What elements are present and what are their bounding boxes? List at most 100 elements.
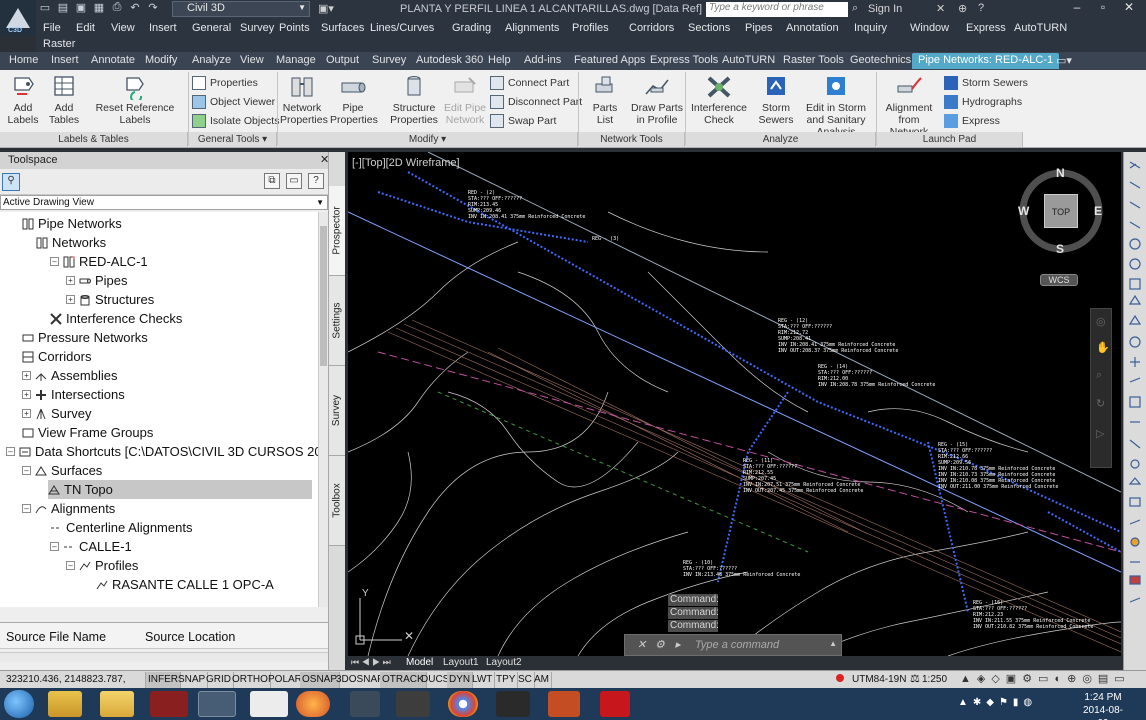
tree-item-profiles[interactable]: – Profiles (66, 556, 138, 575)
civil3d-second-icon[interactable] (250, 691, 288, 717)
tree-item-pipes[interactable]: + Pipes (66, 271, 128, 290)
tree-item-corridors[interactable]: Corridors (22, 347, 91, 366)
alignment-from-network-button[interactable]: Alignment from Network (878, 74, 940, 138)
viewcube[interactable]: TOP N S E W (1016, 166, 1106, 256)
tree-item-networks[interactable]: Networks (36, 233, 106, 252)
compass-east[interactable]: E (1094, 204, 1102, 218)
pipe-properties-button[interactable]: Pipe Properties (330, 74, 378, 126)
model-space-viewport[interactable]: RED - (2) STA:??? OFF:?????? RIM:213.45 SUM… (348, 152, 1121, 656)
help-icon[interactable]: ? (978, 2, 984, 14)
tab-layout1[interactable]: Layout1 (443, 657, 479, 668)
menu-view[interactable]: View (111, 22, 135, 34)
tree-item-intersections[interactable]: + Intersections (22, 385, 125, 404)
tree-item-calle-1[interactable]: – CALLE-1 (50, 537, 132, 556)
tree-item-pipe-networks[interactable]: Pipe Networks (22, 214, 122, 233)
tree-item-assemblies[interactable]: + Assemblies (22, 366, 117, 385)
menu-sections[interactable]: Sections (688, 22, 730, 34)
expand-icon[interactable]: + (66, 276, 75, 285)
tree-item-alignments[interactable]: – Alignments (22, 499, 115, 518)
menu-lines-curves[interactable]: Lines/Curves (370, 22, 434, 34)
toggle-lwt[interactable]: LWT (470, 672, 496, 688)
drawing-canvas[interactable]: RED - (2)STA:??? OFF:??????RIM:213.45SUM… (348, 152, 1121, 656)
tab-autodesk-360[interactable]: Autodesk 360 (416, 54, 483, 66)
menu-general[interactable]: General (192, 22, 231, 34)
panel-title-labels-tables[interactable]: Labels & Tables (0, 132, 188, 147)
annotation-scale-icon[interactable]: ⚖ (910, 672, 920, 685)
workspace-select[interactable]: Civil 3D ▼ (172, 1, 310, 17)
tab-insert[interactable]: Insert (51, 54, 79, 66)
system-tray-icons[interactable]: ▲✱◆⚑▮◍ (958, 697, 1037, 708)
file-explorer-icon[interactable] (48, 691, 82, 717)
new-icon[interactable]: ▭ (38, 1, 52, 14)
panel-title-general-tools[interactable]: General Tools ▾ (189, 132, 277, 147)
tree-scrollbar[interactable] (318, 212, 328, 607)
toggle-3dosnap[interactable]: 3DOSNAP (334, 672, 387, 688)
expand-icon[interactable]: + (22, 409, 31, 418)
maximize-button[interactable]: ▫ (1090, 0, 1116, 18)
wcs-menu[interactable]: WCS (1040, 274, 1078, 286)
hydrographs-button[interactable]: Hydrographs (944, 95, 1022, 109)
menu-raster[interactable]: Raster (43, 38, 75, 50)
tree-item-survey[interactable]: + Survey (22, 404, 91, 423)
tree-item-view-frame-groups[interactable]: View Frame Groups (22, 423, 153, 442)
tab-annotate[interactable]: Annotate (91, 54, 135, 66)
showmotion-icon[interactable]: ▷ (1096, 427, 1104, 440)
close-icon[interactable]: ✕ (637, 638, 646, 651)
collapse-icon[interactable]: – (66, 561, 75, 570)
exchange-icon[interactable]: ✕ (936, 2, 945, 15)
panel-title-launch-pad[interactable]: Launch Pad (877, 132, 1023, 147)
menu-pipes[interactable]: Pipes (745, 22, 773, 34)
tab-add-ins[interactable]: Add-ins (524, 54, 561, 66)
structure-properties-button[interactable]: Structure Properties (390, 74, 438, 126)
network-properties-button[interactable]: Network Properties (280, 74, 328, 126)
compass-west[interactable]: W (1018, 204, 1029, 218)
tab-nav-first-icon[interactable]: ⏮ ◀ ▶ ⏭ (351, 657, 391, 668)
expand-icon[interactable]: + (22, 371, 31, 380)
geo-location-icon[interactable] (836, 674, 844, 682)
view-mode-select[interactable]: Active Drawing View ▼ (0, 195, 328, 210)
tree-item-pressure-networks[interactable]: Pressure Networks (22, 328, 148, 347)
item-view-icon[interactable]: ▭ (286, 173, 302, 189)
tree-item-tn-topo[interactable]: TN Topo (48, 480, 312, 499)
collapse-icon[interactable]: – (50, 542, 59, 551)
minimize-button[interactable]: – (1064, 0, 1090, 18)
tab-autoturn[interactable]: AutoTURN (722, 54, 775, 66)
tab-manage[interactable]: Manage (276, 54, 316, 66)
panel-title-analyze[interactable]: Analyze (686, 132, 876, 147)
collapse-icon[interactable]: – (22, 504, 31, 513)
tab-modify[interactable]: Modify (145, 54, 177, 66)
interference-check-button[interactable]: Interference Check (690, 74, 748, 126)
toolspace-title[interactable]: Toolspace (0, 152, 328, 169)
disconnect-part-button[interactable]: Disconnect Part (490, 95, 582, 109)
tab-express-tools[interactable]: Express Tools (650, 54, 718, 66)
menu-survey[interactable]: Survey (240, 22, 274, 34)
ribbon-minimize-icon[interactable]: ▭▾ (1056, 54, 1072, 67)
menu-profiles[interactable]: Profiles (572, 22, 609, 34)
launchpad-storm-sewers-button[interactable]: Storm Sewers (944, 76, 1028, 90)
edit-pipe-network-button[interactable]: Edit Pipe Network (442, 74, 488, 126)
compass-south[interactable]: S (1056, 242, 1064, 256)
menu-window[interactable]: Window (910, 22, 949, 34)
binoculars-icon[interactable]: ⌕ (852, 2, 858, 15)
media-icon[interactable] (396, 691, 430, 717)
edit-storm-sanitary-button[interactable]: Edit in Storm and Sanitary Analysis (798, 74, 874, 138)
tab-home[interactable]: Home (9, 54, 38, 66)
chevron-up-icon[interactable]: ▲ (829, 639, 837, 648)
sign-in-link[interactable]: Sign In (868, 3, 902, 15)
tab-featured-apps[interactable]: Featured Apps (574, 54, 646, 66)
menu-alignments[interactable]: Alignments (505, 22, 559, 34)
folder-icon[interactable] (100, 691, 134, 717)
tab-geotechnics[interactable]: Geotechnics (850, 54, 911, 66)
undo-icon[interactable]: ↶ (128, 1, 142, 14)
collapse-icon[interactable]: – (50, 257, 59, 266)
menu-grading[interactable]: Grading (452, 22, 491, 34)
menu-corridors[interactable]: Corridors (629, 22, 674, 34)
tab-survey[interactable]: Survey (372, 54, 406, 66)
tree-item-rasante-calle-1[interactable]: RASANTE CALLE 1 OPC-A (96, 575, 274, 594)
express-button[interactable]: Express (944, 114, 1000, 128)
menu-express[interactable]: Express (966, 22, 1006, 34)
tab-survey[interactable]: Survey (329, 366, 345, 456)
tree-item-red-alc-1[interactable]: – RED-ALC-1 (50, 252, 148, 271)
print-icon[interactable]: ⎙ (110, 1, 124, 14)
expand-icon[interactable]: + (22, 390, 31, 399)
